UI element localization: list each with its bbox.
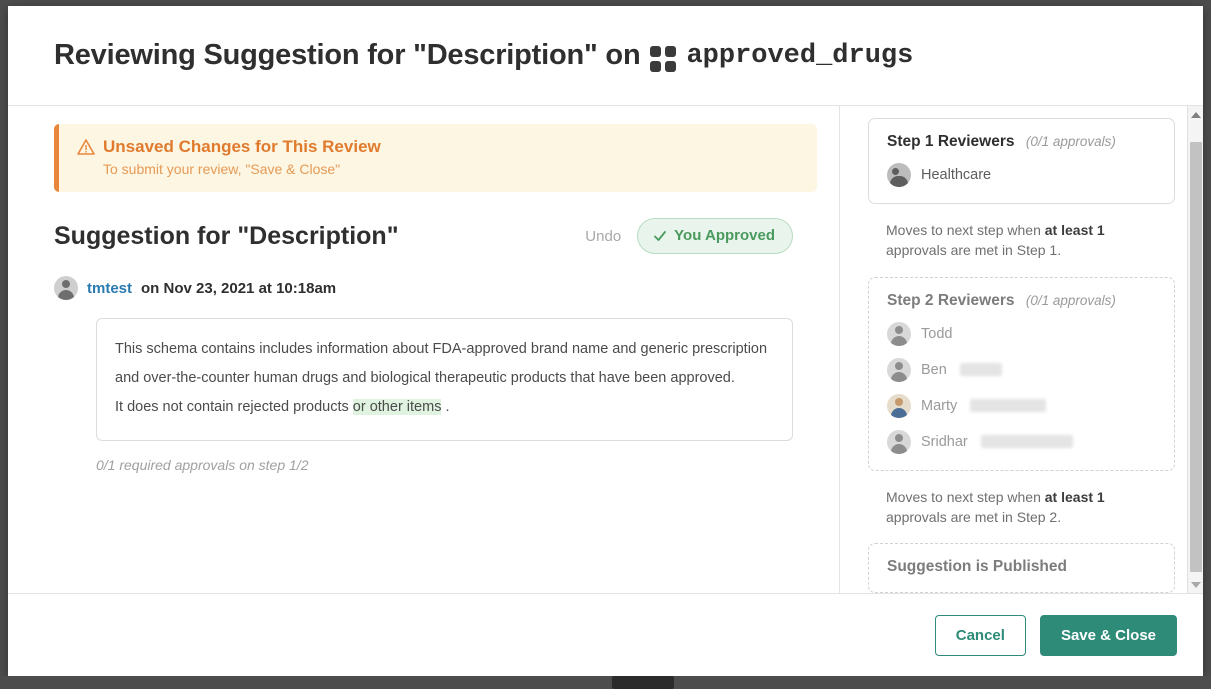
step2-title-row: Step 2 Reviewers (0/1 approvals)	[887, 292, 1156, 310]
taskbar	[0, 676, 1211, 689]
taskbar-item[interactable]	[612, 676, 674, 689]
grid-four-squares-icon	[650, 45, 677, 72]
suggestion-published-card: Suggestion is Published	[868, 543, 1175, 593]
unsaved-changes-banner: Unsaved Changes for This Review To submi…	[54, 124, 817, 192]
step2-reviewers-card: Step 2 Reviewers (0/1 approvals) Todd Be…	[868, 276, 1175, 471]
cancel-button[interactable]: Cancel	[934, 614, 1026, 656]
caret-up-icon[interactable]	[1188, 106, 1203, 123]
user-avatar-icon	[887, 321, 911, 346]
step1-approval-count: (0/1 approvals)	[1025, 134, 1116, 149]
sidebar-scrollbar[interactable]	[1187, 106, 1203, 593]
step2-note-prefix: Moves to next step when	[886, 488, 1045, 505]
reviewer-row: Marty	[887, 393, 1156, 418]
user-avatar-icon	[887, 357, 911, 382]
suggestion-header: Suggestion for "Description" Undo You Ap…	[54, 218, 793, 254]
suggestion-diff-box: This schema contains includes informatio…	[96, 318, 793, 441]
you-approved-button[interactable]: You Approved	[637, 218, 793, 254]
reviewer-name: Sridhar	[921, 433, 968, 450]
diff-text-part3: .	[445, 399, 450, 415]
reviewer-name: Healthcare	[921, 167, 992, 183]
check-icon	[654, 230, 667, 241]
step1-note-suffix: approvals are met in Step 1.	[886, 242, 1062, 259]
step1-transition-note: Moves to next step when at least 1 appro…	[886, 220, 1108, 261]
suggestion-title: Suggestion for "Description"	[54, 221, 399, 250]
step1-title: Step 1 Reviewers	[887, 133, 1015, 150]
page-title: Reviewing Suggestion for "Description" o…	[54, 39, 913, 72]
dataset-name: approved_drugs	[686, 40, 914, 71]
reviewer-row: Todd	[887, 321, 1156, 346]
user-avatar-icon	[887, 429, 911, 454]
banner-title-row: Unsaved Changes for This Review	[77, 137, 799, 157]
redacted-surname	[970, 399, 1047, 413]
review-content-column: Unsaved Changes for This Review To submi…	[8, 106, 840, 593]
scrollbar-thumb[interactable]	[1190, 142, 1202, 572]
diff-inserted-text: or other items	[352, 399, 442, 415]
photo-avatar-icon	[887, 393, 911, 418]
reviewer-row: Sridhar	[887, 429, 1156, 454]
modal-footer: Cancel Save & Close	[8, 594, 1203, 676]
reviewer-name: Ben	[921, 361, 947, 378]
reviewer-name: Todd	[921, 325, 953, 342]
redacted-surname	[959, 363, 1002, 377]
save-and-close-button[interactable]: Save & Close	[1039, 614, 1177, 656]
you-approved-label: You Approved	[674, 227, 775, 244]
author-timestamp: on Nov 23, 2021 at 10:18am	[141, 279, 337, 297]
step2-note-suffix: approvals are met in Step 2.	[886, 508, 1062, 525]
banner-subtitle: To submit your review, "Save & Close"	[103, 161, 341, 177]
required-approvals-note: 0/1 required approvals on step 1/2	[96, 457, 309, 473]
group-avatar-icon	[887, 163, 911, 187]
review-suggestion-modal: Reviewing Suggestion for "Description" o…	[8, 6, 1203, 676]
diff-text-part1: This schema contains includes informatio…	[115, 341, 768, 386]
step1-note-prefix: Moves to next step when	[886, 222, 1045, 238]
step2-transition-note: Moves to next step when at least 1 appro…	[886, 487, 1108, 528]
warning-triangle-icon	[77, 139, 95, 155]
reviewer-name: Marty	[921, 397, 958, 414]
banner-title: Unsaved Changes for This Review	[103, 137, 381, 156]
step2-approval-count: (0/1 approvals)	[1025, 292, 1116, 308]
step1-title-row: Step 1 Reviewers (0/1 approvals)	[887, 133, 1156, 151]
caret-down-icon[interactable]	[1188, 576, 1203, 593]
redacted-surname	[980, 435, 1073, 449]
undo-link[interactable]: Undo	[585, 228, 621, 245]
reviewer-row: Healthcare	[887, 163, 1156, 187]
published-title: Suggestion is Published	[887, 558, 1067, 576]
author-name-link[interactable]: tmtest	[87, 280, 132, 297]
diff-text-part2: It does not contain rejected products	[115, 399, 349, 415]
user-avatar-icon	[54, 276, 78, 300]
suggestion-author-row: tmtest on Nov 23, 2021 at 10:18am	[54, 276, 793, 300]
page-title-prefix: Reviewing Suggestion for "Description" o…	[54, 39, 641, 71]
step1-note-bold: at least 1	[1044, 222, 1105, 238]
modal-body: Unsaved Changes for This Review To submi…	[8, 106, 1203, 594]
step1-reviewers-card: Step 1 Reviewers (0/1 approvals) Healthc…	[868, 118, 1175, 204]
modal-header: Reviewing Suggestion for "Description" o…	[8, 6, 1203, 106]
reviewer-row: Ben	[887, 357, 1156, 382]
step2-title: Step 2 Reviewers	[887, 291, 1015, 309]
workflow-sidebar: Step 1 Reviewers (0/1 approvals) Healthc…	[840, 106, 1203, 593]
step2-note-bold: at least 1	[1044, 488, 1105, 505]
